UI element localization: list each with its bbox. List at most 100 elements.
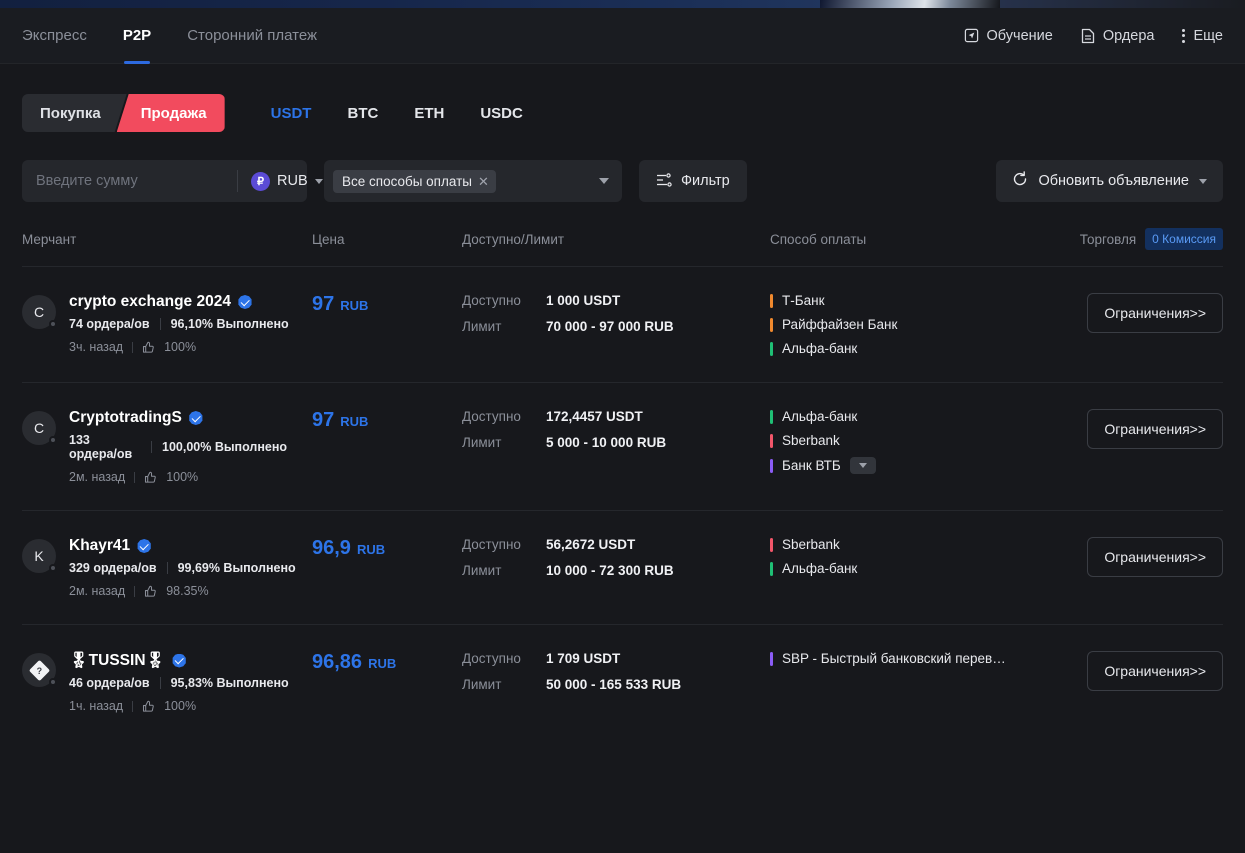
divider	[159, 677, 161, 689]
merchant-name[interactable]: Khayr41	[69, 537, 130, 555]
nav-label: Сторонний платеж	[187, 27, 318, 44]
merchant-rating: 98.35%	[166, 584, 209, 598]
coin-usdt[interactable]: USDT	[253, 105, 330, 122]
status-dot-icon	[49, 678, 57, 686]
merchant-name[interactable]: crypto exchange 2024	[69, 293, 231, 311]
filter-icon	[656, 172, 672, 191]
available-limit-cell: Доступно 56,2672 USDT Лимит 10 000 - 72 …	[462, 537, 770, 578]
limit-label: Лимит	[462, 677, 502, 692]
price-value: 97	[312, 409, 335, 431]
payment-methods-cell: Т-Банк Райффайзен Банк Альфа-банк	[770, 293, 1045, 356]
education-button[interactable]: Обучение	[964, 28, 1053, 44]
available-label: Доступно	[462, 293, 521, 308]
limit-label: Лимит	[462, 563, 502, 578]
more-vertical-icon	[1182, 28, 1186, 43]
avatar[interactable]: ?	[22, 653, 57, 687]
avatar[interactable]: C	[22, 295, 57, 329]
status-dot-icon	[49, 436, 57, 444]
divider	[151, 441, 152, 453]
payment-method-name: Т-Банк	[782, 293, 825, 308]
divider	[134, 585, 136, 597]
tab-sell[interactable]: Продажа	[116, 94, 225, 132]
offers-table: Мерчант Цена Доступно/Лимит Способ оплат…	[0, 228, 1245, 739]
nav-label: P2P	[122, 27, 152, 44]
payment-color-bar	[770, 458, 773, 473]
more-button[interactable]: Еще	[1182, 28, 1223, 44]
restrictions-button[interactable]: Ограничения>>	[1087, 537, 1223, 577]
column-header-merchant: Мерчант	[22, 231, 77, 247]
merchant-name[interactable]: CryptotradingS	[69, 409, 182, 427]
amount-filter: ₽ RUB	[22, 160, 323, 202]
limit-label: Лимит	[462, 435, 502, 450]
avatar[interactable]: C	[22, 411, 57, 445]
coin-eth[interactable]: ETH	[396, 105, 462, 122]
refresh-ad-button[interactable]: Обновить объявление	[996, 160, 1223, 202]
price-unit: RUB	[340, 414, 369, 429]
trade-type-row: Покупка Продажа USDT BTC ETH USDC	[0, 64, 1245, 132]
payment-method-item: Альфа-банк	[770, 409, 1045, 424]
education-label: Обучение	[986, 27, 1053, 44]
trade-cell: Ограничения>>	[1045, 293, 1223, 333]
merchant-stats: 46 ордера/ов 95,83% Выполнено	[69, 676, 289, 690]
merchant-name-row: 🎖TUSSIN🎖	[69, 651, 289, 670]
filter-row: ₽ RUB Все способы оплаты ✕ Фильтр Обнови…	[0, 132, 1245, 202]
filter-button[interactable]: Фильтр	[639, 160, 747, 202]
divider	[159, 318, 161, 330]
chevron-down-icon	[858, 463, 867, 468]
orders-button[interactable]: Ордера	[1081, 28, 1154, 44]
payment-method-name: Банк ВТБ	[782, 458, 841, 473]
merchant-name-row: crypto exchange 2024	[69, 293, 289, 311]
close-icon[interactable]: ✕	[478, 175, 489, 188]
table-row: C CryptotradingS 133 ордера/ов 100,00% В…	[22, 383, 1223, 511]
price-cell: 96,86 RUB	[312, 651, 462, 674]
payment-method-item: Альфа-банк	[770, 561, 1045, 576]
column-header-price: Цена	[312, 231, 345, 247]
thumbs-up-icon	[142, 700, 155, 713]
avatar-letter: ?	[36, 665, 42, 675]
merchant-stats: 133 ордера/ов 100,00% Выполнено	[69, 433, 287, 461]
payment-method-chip[interactable]: Все способы оплаты ✕	[333, 169, 496, 193]
available-value: 1 000 USDT	[546, 293, 621, 308]
currency-selector[interactable]: ₽ RUB	[237, 170, 337, 192]
coin-usdc[interactable]: USDC	[462, 105, 541, 122]
tab-buy[interactable]: Покупка	[22, 94, 127, 132]
payment-method-item: Т-Банк	[770, 293, 1045, 308]
price-unit: RUB	[368, 656, 397, 671]
expand-payments-button[interactable]	[849, 457, 876, 474]
search-input[interactable]	[22, 160, 237, 202]
merchant-sub: 1ч. назад 100%	[69, 699, 289, 713]
nav-item-p2p[interactable]: P2P	[105, 8, 169, 64]
payment-method-name: Альфа-банк	[782, 341, 858, 356]
payment-color-bar	[770, 561, 773, 576]
merchant-rating: 100%	[164, 699, 197, 713]
coin-selector: USDT BTC ETH USDC	[253, 105, 541, 122]
diamond-icon: ?	[28, 659, 50, 681]
payment-methods-cell: Альфа-банк Sberbank Банк ВТБ	[770, 409, 1045, 474]
banner-image	[820, 0, 1000, 8]
nav-item-third-party-payment[interactable]: Сторонний платеж	[169, 8, 335, 64]
payment-method-name: Райффайзен Банк	[782, 317, 898, 332]
payment-method-name: Альфа-банк	[782, 561, 858, 576]
available-limit-cell: Доступно 1 709 USDT Лимит 50 000 - 165 5…	[462, 651, 770, 692]
payment-method-name: Sberbank	[782, 433, 840, 448]
nav-item-express[interactable]: Экспресс	[22, 8, 105, 64]
divider	[132, 700, 134, 712]
payment-method-item: Альфа-банк	[770, 341, 1045, 356]
available-value: 172,4457 USDT	[546, 409, 643, 424]
merchant-name[interactable]: 🎖TUSSIN🎖	[69, 651, 165, 670]
available-value: 56,2672 USDT	[546, 537, 636, 552]
available-label: Доступно	[462, 409, 521, 424]
restrictions-button[interactable]: Ограничения>>	[1087, 409, 1223, 449]
verified-badge-icon	[189, 411, 203, 425]
price-unit: RUB	[356, 542, 386, 557]
merchant-cell: C CryptotradingS 133 ордера/ов 100,00% В…	[22, 409, 312, 484]
trade-cell: Ограничения>>	[1045, 409, 1223, 449]
table-row: ? 🎖TUSSIN🎖 46 ордера/ов 95,83% Выполнено…	[22, 625, 1223, 739]
payment-method-filter[interactable]: Все способы оплаты ✕	[324, 160, 622, 202]
avatar[interactable]: K	[22, 539, 57, 573]
restrictions-button[interactable]: Ограничения>>	[1087, 651, 1223, 691]
restrictions-button[interactable]: Ограничения>>	[1087, 293, 1223, 333]
merchant-cell: ? 🎖TUSSIN🎖 46 ордера/ов 95,83% Выполнено…	[22, 651, 312, 713]
main-header: Экспресс P2P Сторонний платеж Обучение О…	[0, 8, 1245, 64]
coin-btc[interactable]: BTC	[329, 105, 396, 122]
